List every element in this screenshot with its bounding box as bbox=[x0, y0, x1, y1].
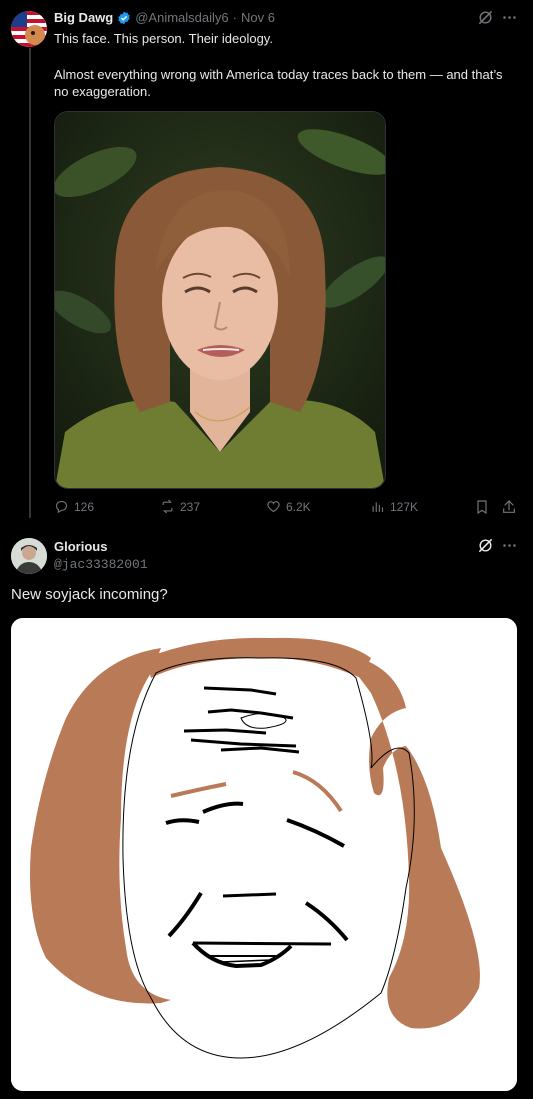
like-button[interactable]: 6.2K bbox=[266, 499, 311, 514]
heart-icon bbox=[267, 501, 280, 513]
flag-avatar-icon bbox=[11, 11, 47, 47]
tweet-drawing-image[interactable] bbox=[11, 618, 517, 1091]
grok-icon bbox=[479, 539, 492, 552]
avatar-big-dawg[interactable] bbox=[11, 11, 47, 47]
grok-button[interactable] bbox=[477, 9, 494, 26]
tweet-text-line2: Almost everything wrong with America tod… bbox=[54, 67, 503, 99]
views-chart-icon bbox=[372, 502, 384, 513]
author-display-name-2[interactable]: Glorious bbox=[54, 539, 107, 554]
thread-connector-line bbox=[29, 48, 31, 518]
share-icon bbox=[503, 500, 515, 513]
author-handle[interactable]: @Animalsdaily6 bbox=[135, 10, 228, 25]
reply-icon bbox=[55, 500, 68, 514]
views-count: 127K bbox=[390, 499, 419, 514]
avatar-glorious[interactable] bbox=[11, 538, 47, 574]
views-button[interactable]: 127K bbox=[370, 499, 418, 514]
grok-icon bbox=[479, 11, 492, 24]
more-dots-icon bbox=[503, 16, 516, 19]
author-display-name[interactable]: Big Dawg bbox=[54, 10, 113, 25]
grok-button-2[interactable] bbox=[477, 537, 494, 554]
more-options-button[interactable] bbox=[501, 9, 518, 26]
tweet-date[interactable]: Nov 6 bbox=[241, 10, 275, 25]
verified-badge-icon bbox=[118, 11, 130, 24]
like-count: 6.2K bbox=[286, 499, 311, 514]
reply-button[interactable]: 126 bbox=[54, 499, 94, 514]
share-button[interactable] bbox=[501, 499, 517, 515]
more-options-button-2[interactable] bbox=[501, 537, 518, 554]
author-handle-2[interactable]: @jac33382001 bbox=[54, 557, 148, 572]
portrait-avatar-icon bbox=[11, 538, 47, 574]
tweet-photo[interactable] bbox=[54, 111, 386, 489]
soyjack-drawing-illustration bbox=[11, 618, 517, 1091]
reply-tweet-text: New soyjack incoming? bbox=[11, 586, 168, 603]
repost-icon bbox=[162, 499, 173, 514]
tweet-text-line1: This face. This person. Their ideology. bbox=[54, 31, 273, 46]
photo-woman-illustration bbox=[55, 112, 385, 488]
more-dots-icon bbox=[503, 544, 516, 547]
repost-button[interactable]: 237 bbox=[160, 499, 200, 514]
repost-count: 237 bbox=[180, 499, 201, 514]
date-separator: · bbox=[232, 10, 237, 25]
reply-count: 126 bbox=[74, 499, 95, 514]
bookmark-button[interactable] bbox=[474, 499, 490, 515]
bookmark-icon bbox=[477, 500, 487, 515]
